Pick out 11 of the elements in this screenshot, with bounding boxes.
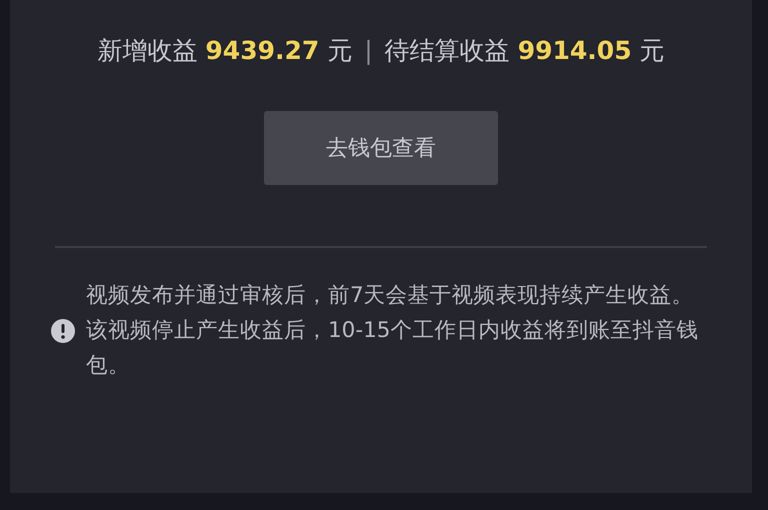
currency-unit: 元 (327, 35, 352, 67)
income-amount: 9914.05 (518, 36, 632, 65)
notice-text: 视频发布并通过审核后，前7天会基于视频表现持续产生收益。 (86, 282, 695, 310)
warning-icon (50, 318, 76, 344)
income-amount: 9439.27 (205, 36, 320, 65)
income-label: 待结算收益 (384, 35, 510, 67)
separator: | (364, 36, 373, 65)
wallet-button[interactable]: 去钱包查看 (264, 111, 498, 185)
income-label: 新增收益 (97, 35, 198, 67)
notice-text: 该视频停止产生收益后，10-15个工作日内收益将到账至抖音钱包。 (86, 317, 700, 380)
currency-unit: 元 (640, 35, 665, 67)
